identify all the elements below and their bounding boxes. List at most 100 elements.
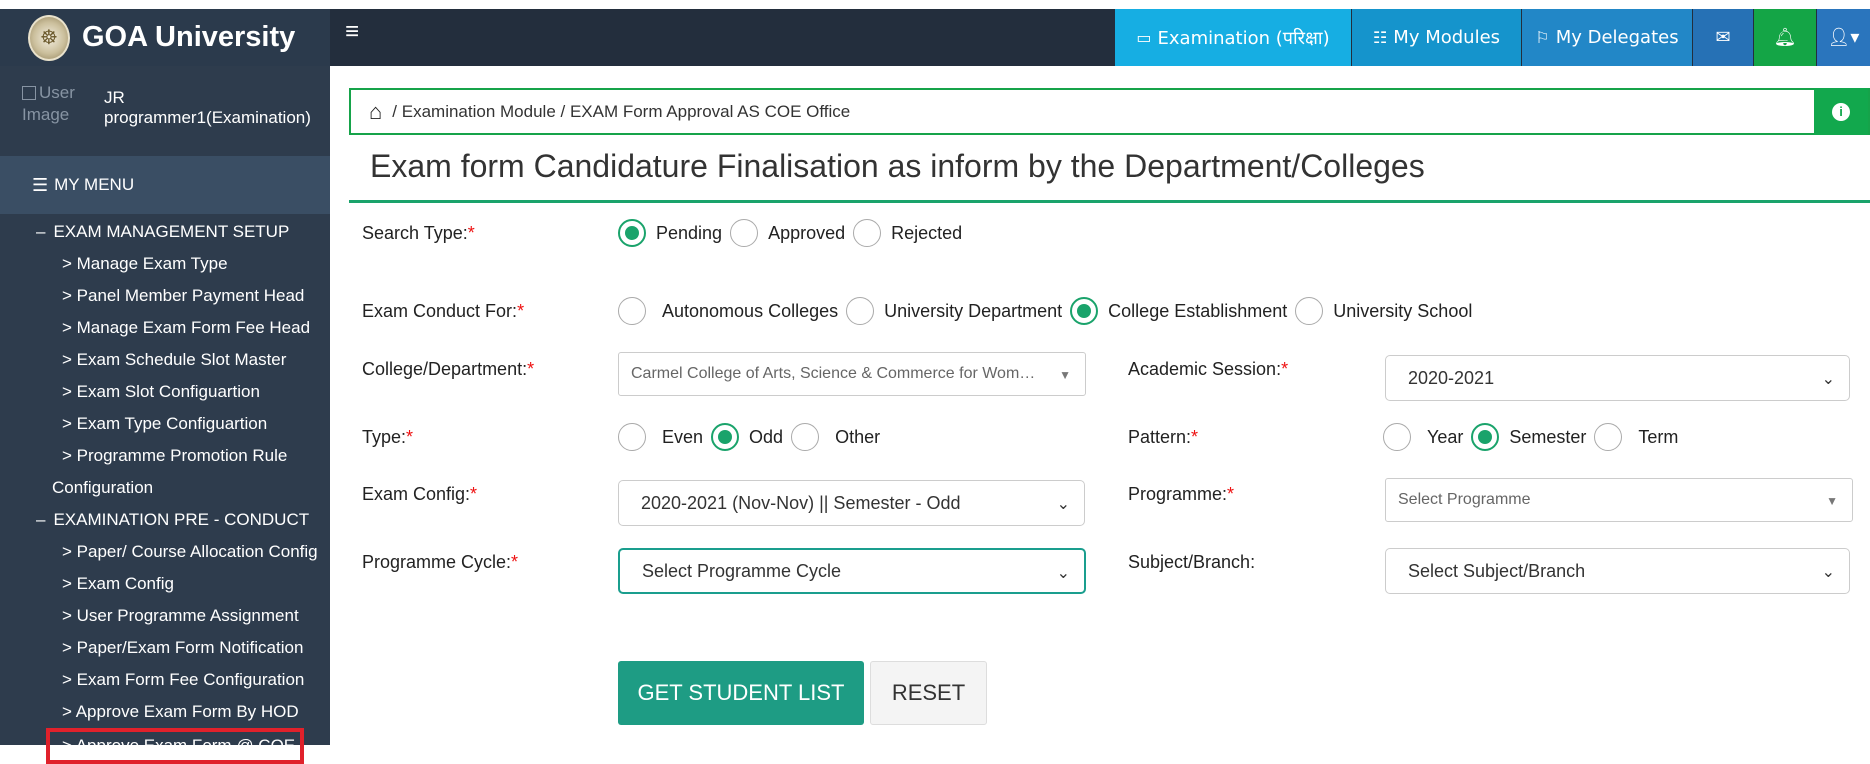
required-mark: * [517, 301, 525, 321]
nav-my-modules-button[interactable]: ☷ My Modules [1352, 9, 1521, 66]
get-student-list-button[interactable]: GET STUDENT LIST [618, 661, 864, 725]
search-type-label-text: Search Type: [362, 223, 468, 243]
academic-session-select[interactable]: 2020-2021 ⌄ [1385, 355, 1850, 401]
top-navbar: ☸ GOA University ≡ ▭ Examination (परिक्ष… [0, 0, 1870, 66]
radio-circle[interactable] [846, 297, 875, 325]
academic-session-value: 2020-2021 [1408, 367, 1495, 388]
sidebar-item-exam-form-fee-configuration[interactable]: > Exam Form Fee Configuration [0, 664, 330, 696]
search-type-radio-group: Pending Approved Rejected [618, 219, 970, 247]
programme-select[interactable]: Select Programme ▼ [1385, 478, 1853, 522]
radio-circle[interactable] [730, 219, 759, 247]
radio-circle[interactable] [618, 219, 646, 247]
radio-circle[interactable] [1471, 423, 1500, 451]
radio-circle[interactable] [618, 297, 646, 325]
radio-label: Autonomous Colleges [662, 300, 839, 321]
sidebar-item-programme-promotion-rule-cont[interactable]: Configuration [0, 472, 330, 504]
radio-circle[interactable] [1070, 297, 1099, 325]
sidebar-item-panel-member-payment-head[interactable]: > Panel Member Payment Head [0, 280, 330, 312]
sidebar-item-exam-config[interactable]: > Exam Config [0, 568, 330, 600]
sidebar-item-exam-schedule-slot-master[interactable]: > Exam Schedule Slot Master [0, 344, 330, 376]
info-button[interactable]: i [1814, 88, 1868, 135]
radio-circle[interactable] [1295, 297, 1324, 325]
radio-circle[interactable] [853, 219, 882, 247]
programme-cycle-value: Select Programme Cycle [642, 560, 842, 581]
college-label-text: College/Department: [362, 359, 528, 379]
sidebar-item-approve-exam-form-coe[interactable]: > Approve Exam Form @ COE [46, 728, 304, 764]
sidebar-item-manage-exam-form-fee-head[interactable]: > Manage Exam Form Fee Head [0, 312, 330, 344]
flag-icon: ⚐ [1535, 28, 1550, 47]
user-icon: 👤︎▾ [1827, 27, 1860, 48]
radio-label: Semester [1509, 426, 1587, 447]
sidebar-item-user-programme-assignment[interactable]: > User Programme Assignment [0, 600, 330, 632]
sidebar-item-paper-course-allocation-config[interactable]: > Paper/ Course Allocation Config [0, 536, 330, 568]
exam-config-select[interactable]: 2020-2021 (Nov-Nov) || Semester - Odd ⌄ [618, 480, 1085, 526]
reset-button[interactable]: RESET [870, 661, 987, 725]
radio-label: Even [662, 426, 704, 447]
mail-button[interactable]: ✉ [1693, 9, 1753, 66]
nav-my-delegates-button[interactable]: ⚐ My Delegates [1522, 9, 1692, 66]
radio-approved[interactable]: Approved [730, 219, 845, 247]
home-icon[interactable]: ⌂ [369, 99, 382, 125]
user-name: JR programmer1(Examination) [104, 88, 311, 128]
radio-even[interactable]: Even [618, 423, 703, 451]
exam-config-label-text: Exam Config: [362, 484, 471, 504]
notifications-button[interactable]: 🔔︎ [1754, 9, 1816, 66]
nav-examination-button[interactable]: ▭ Examination (परिक्षा) [1115, 9, 1351, 66]
radio-rejected[interactable]: Rejected [853, 219, 962, 247]
caret-down-icon: ▼ [1059, 368, 1071, 382]
chevron-down-icon: ⌄ [1056, 496, 1070, 513]
radio-pending[interactable]: Pending [618, 219, 722, 247]
programme-label: Programme:* [1128, 484, 1234, 505]
radio-circle[interactable] [791, 423, 820, 451]
sidebar-section-exam-management-setup[interactable]: – EXAM MANAGEMENT SETUP [0, 216, 330, 248]
info-icon: i [1832, 102, 1850, 121]
list-icon: ☰ [32, 174, 49, 195]
programme-cycle-label: Programme Cycle:* [362, 552, 518, 573]
radio-circle[interactable] [1594, 423, 1623, 451]
desktop-icon: ▭ [1136, 28, 1152, 47]
brand[interactable]: ☸ GOA University [0, 9, 330, 66]
radio-university-school[interactable]: University School [1295, 297, 1472, 325]
pattern-label-text: Pattern: [1128, 427, 1192, 447]
bell-icon: 🔔︎ [1773, 27, 1797, 48]
programme-cycle-select[interactable]: Select Programme Cycle ⌄ [618, 548, 1086, 594]
brand-name: GOA University [82, 21, 296, 53]
sidebar-item-exam-type-configuartion[interactable]: > Exam Type Configuartion [0, 408, 330, 440]
subject-branch-select[interactable]: Select Subject/Branch ⌄ [1385, 548, 1850, 594]
sidebar-item-paper-exam-form-notification[interactable]: > Paper/Exam Form Notification [0, 632, 330, 664]
chevron-down-icon: ⌄ [1821, 564, 1835, 581]
radio-circle[interactable] [618, 423, 646, 451]
menu-icon[interactable]: ≡ [345, 20, 359, 44]
exam-conduct-label: Exam Conduct For:* [362, 301, 524, 322]
required-mark: * [470, 484, 478, 504]
radio-college-establishment[interactable]: College Establishment [1070, 297, 1287, 325]
radio-circle[interactable] [711, 423, 740, 451]
sidebar-item-programme-promotion-rule[interactable]: > Programme Promotion Rule [0, 440, 330, 472]
radio-term[interactable]: Term [1594, 423, 1678, 451]
sidebar-section-examination-pre-conduct[interactable]: – EXAMINATION PRE - CONDUCT [0, 504, 330, 536]
required-mark: * [1191, 427, 1199, 447]
radio-label: University Department [884, 300, 1063, 321]
pattern-label: Pattern:* [1128, 427, 1198, 448]
radio-autonomous-colleges[interactable]: Autonomous Colleges [618, 297, 838, 325]
pattern-radio-group: Year Semester Term [1383, 423, 1686, 451]
radio-circle[interactable] [1383, 423, 1411, 451]
grid-icon: ☷ [1372, 28, 1388, 47]
user-panel: User Image JR programmer1(Examination) [0, 66, 330, 156]
radio-odd[interactable]: Odd [711, 423, 783, 451]
radio-university-department[interactable]: University Department [846, 297, 1062, 325]
sidebar-item-approve-exam-form-by-hod[interactable]: > Approve Exam Form By HOD [0, 696, 330, 728]
radio-label: Approved [768, 222, 846, 243]
clipped-top-strip [0, 0, 1870, 9]
sidebar-item-manage-exam-type[interactable]: > Manage Exam Type [0, 248, 330, 280]
required-mark: * [1227, 484, 1235, 504]
radio-label: Other [835, 426, 881, 447]
user-menu-button[interactable]: 👤︎▾ [1817, 9, 1870, 66]
radio-other[interactable]: Other [791, 423, 880, 451]
required-mark: * [527, 359, 535, 379]
college-select[interactable]: Carmel College of Arts, Science & Commer… [618, 352, 1086, 396]
radio-semester[interactable]: Semester [1471, 423, 1586, 451]
required-mark: * [467, 223, 475, 243]
radio-year[interactable]: Year [1383, 423, 1463, 451]
sidebar-item-exam-slot-configuartion[interactable]: > Exam Slot Configuartion [0, 376, 330, 408]
